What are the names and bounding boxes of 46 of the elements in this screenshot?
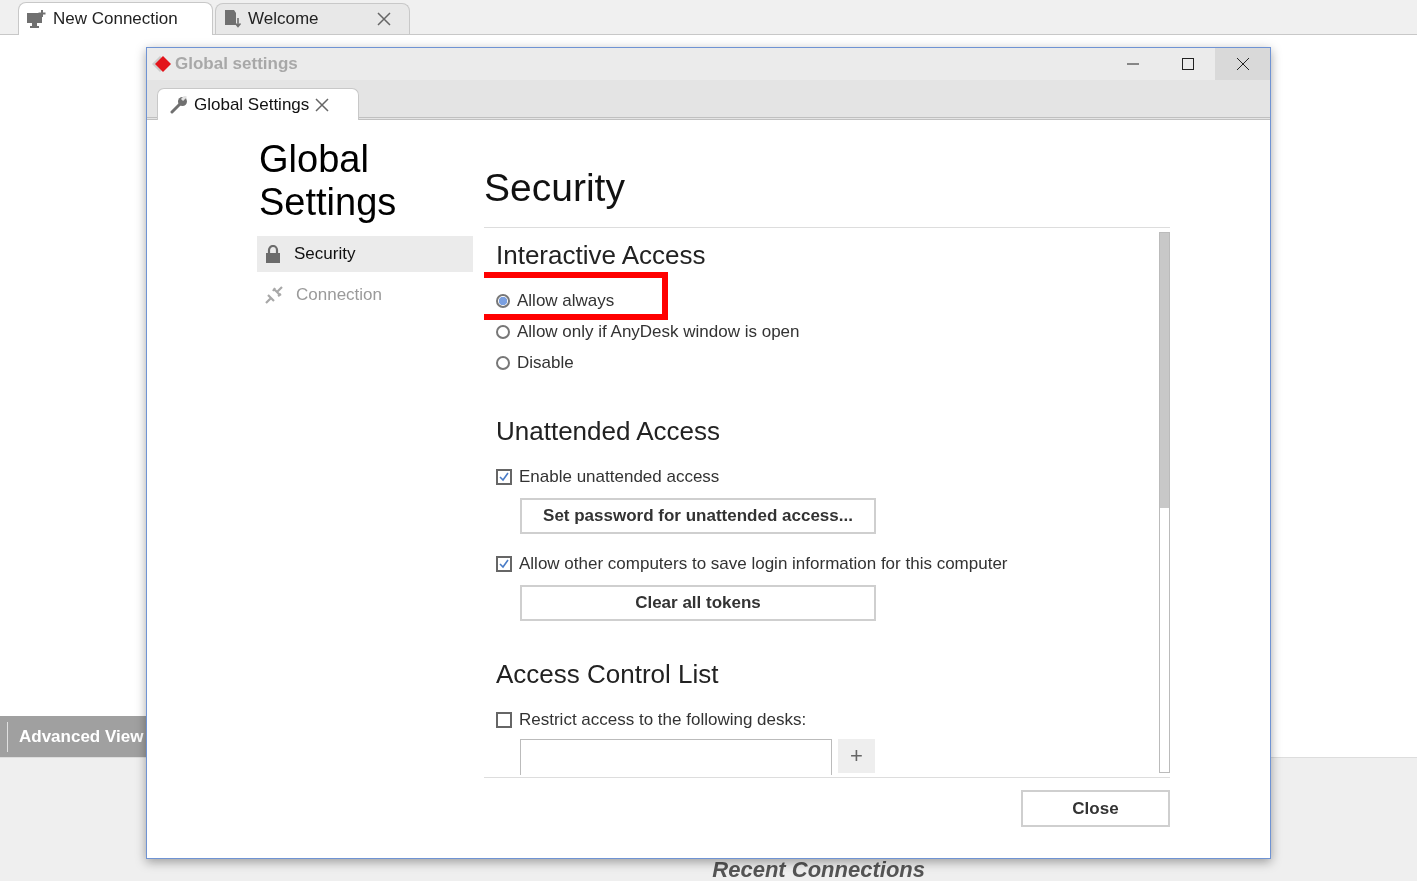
group-heading: Interactive Access [496,240,707,271]
add-button[interactable]: + [838,739,875,773]
scrollbar[interactable] [1159,232,1170,773]
nav-label: Connection [296,285,382,305]
advanced-view-label: Advanced View [19,726,144,747]
option-label: Restrict access to the following desks: [519,709,807,730]
checkbox[interactable] [496,468,512,485]
monitor-plus-icon [27,10,47,28]
option-label: Allow only if AnyDesk window is open [517,321,800,342]
app-tab[interactable]: New Connection [18,2,213,35]
document-arrow-icon [224,10,242,28]
action-button[interactable]: Set password for unattended access... [520,498,876,534]
window-title: Global settings [175,54,298,74]
app-tab[interactable]: Welcome [215,3,410,34]
tab-label: Welcome [248,9,320,29]
radio-button[interactable] [496,355,510,370]
tab-label: New Connection [53,9,179,29]
option-label: Enable unattended access [519,466,720,487]
section-title: Security [484,165,626,211]
option-label: Allow other computers to save login information for this computer [519,553,1008,574]
nav-label: Security [294,244,356,264]
nav-item[interactable]: Security [257,236,473,272]
tab-label: Global Settings [194,94,310,115]
section-heading: Recent Connections [712,857,925,881]
option-label: Disable [517,352,574,373]
scrollbar-thumb[interactable] [1160,233,1169,508]
close-icon [1235,57,1250,71]
desk-input-field[interactable] [520,739,832,775]
diamond-logo-icon [152,55,172,73]
wrench-icon [170,95,188,114]
radio-button[interactable] [496,293,510,308]
group-heading: Unattended Access [496,416,722,447]
plug-icon [265,286,283,304]
action-button[interactable]: Clear all tokens [520,585,876,621]
maximize-icon [1181,58,1194,70]
checkbox[interactable] [496,555,512,572]
option-label: Allow always [517,290,615,311]
close-dialog-button[interactable]: Close [1021,790,1170,827]
radio-button[interactable] [496,324,510,339]
page-heading: Global Settings [259,138,398,224]
group-heading: Access Control List [496,659,720,690]
close-icon[interactable] [377,12,391,26]
checkbox[interactable] [496,711,512,728]
close-icon[interactable] [315,97,330,112]
lock-icon [265,245,281,263]
settings-tab[interactable]: Global Settings [157,88,359,120]
